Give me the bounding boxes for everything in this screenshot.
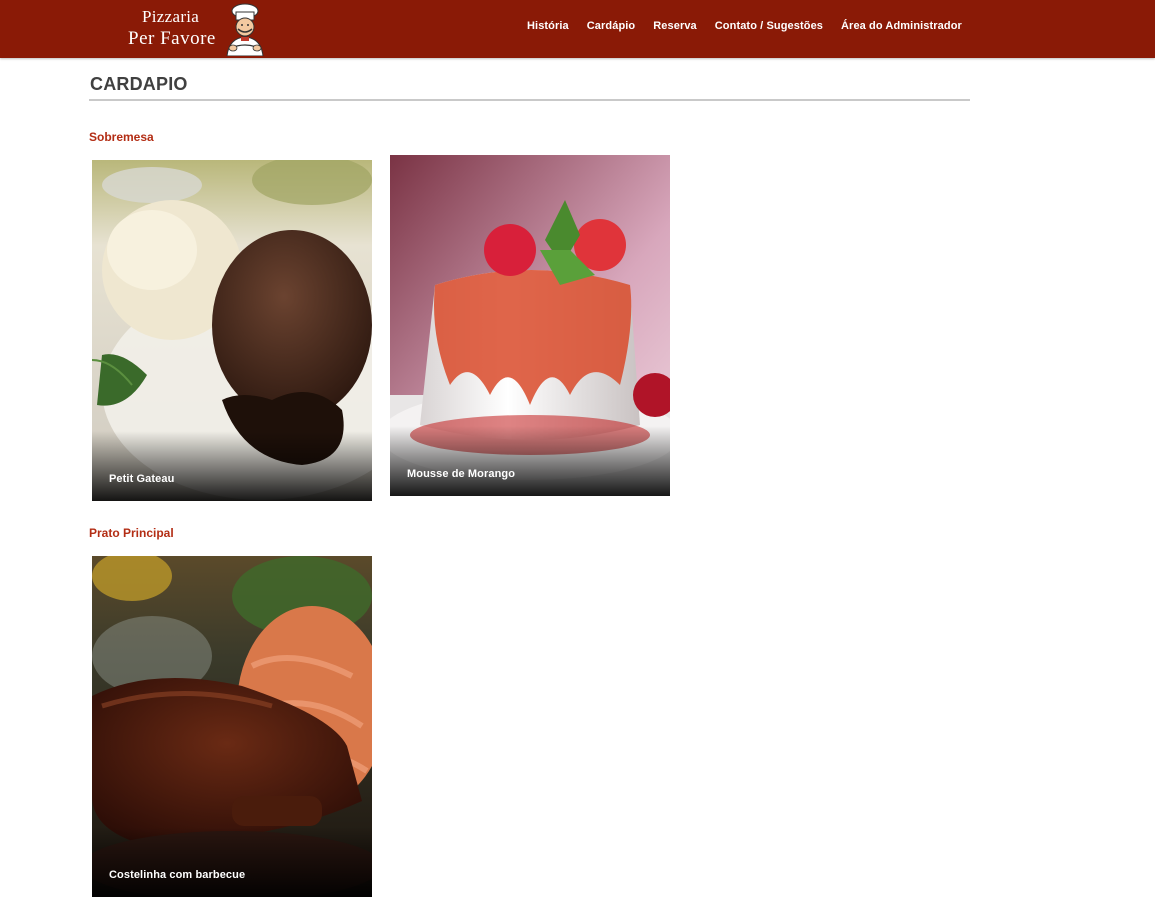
menu-card-mousse-de-morango[interactable]: Mousse de Morango xyxy=(390,155,670,496)
nav-historia[interactable]: História xyxy=(527,20,569,32)
section-title-sobremesa: Sobremesa xyxy=(89,130,154,144)
menu-card-costelinha-com-barbecue[interactable]: Costelinha com barbecue xyxy=(92,556,372,897)
section-title-prato-principal: Prato Principal xyxy=(89,526,174,540)
main-nav: História Cardápio Reserva Contato / Suge… xyxy=(527,20,980,32)
menu-card-label: Mousse de Morango xyxy=(407,468,516,480)
logo-line1: Pizzaria xyxy=(142,7,200,26)
chef-icon xyxy=(226,3,264,56)
menu-card-label: Petit Gateau xyxy=(109,473,175,485)
menu-card-label: Costelinha com barbecue xyxy=(109,869,246,881)
top-navbar: Pizzaria Per Favore História Cardápio Re… xyxy=(0,0,1155,58)
nav-contato-sugestoes[interactable]: Contato / Sugestões xyxy=(715,20,823,32)
logo-line2: Per Favore xyxy=(128,28,216,49)
nav-area-administrador[interactable]: Área do Administrador xyxy=(841,20,962,32)
nav-reserva[interactable]: Reserva xyxy=(653,20,697,32)
title-divider xyxy=(89,99,970,101)
menu-card-petit-gateau[interactable]: Petit Gateau xyxy=(92,160,372,501)
nav-cardapio[interactable]: Cardápio xyxy=(587,20,635,32)
page-title: CARDAPIO xyxy=(90,74,188,94)
site-logo[interactable]: Pizzaria Per Favore xyxy=(128,2,273,56)
